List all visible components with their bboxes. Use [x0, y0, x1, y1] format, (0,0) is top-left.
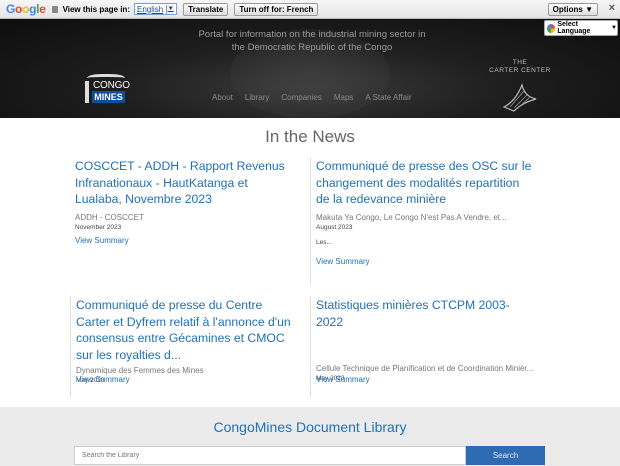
partner-line-1: THE [512, 59, 528, 66]
view-summary-link[interactable]: View Summary [316, 375, 370, 384]
translate-button[interactable]: Translate [183, 2, 229, 16]
nav-item-library[interactable]: Library [245, 93, 269, 102]
google-logo: Google [6, 2, 46, 16]
view-page-label: View this page in: [62, 4, 130, 14]
carter-center-logo[interactable]: THE CARTER CENTER [480, 59, 560, 118]
chevron-down-icon: ▼ [166, 4, 175, 14]
library-search-button[interactable]: Search [466, 446, 545, 465]
news-card-title[interactable]: COSCCET - ADDH - Rapport Revenus Infrana… [75, 158, 296, 208]
language-select[interactable]: English ▼ [133, 3, 178, 15]
library-section: CongoMines Document Library Search [0, 407, 620, 466]
news-section-title: In the News [265, 127, 355, 146]
news-card: Communiqué de presse du Centre Carter et… [70, 297, 296, 397]
nav-item-state-affair[interactable]: A State Affair [365, 93, 411, 102]
logo-bar [85, 81, 89, 103]
news-card-author: Cellule Technique de Planification et de… [316, 364, 534, 373]
view-summary-link[interactable]: View Summary [76, 375, 130, 384]
close-icon[interactable]: × [609, 2, 615, 14]
logo-text-top: CONGO [93, 80, 130, 91]
partner-line-2: CARTER CENTER [489, 67, 551, 74]
news-card-excerpt: Les... [316, 238, 332, 246]
library-title: CongoMines Document Library [213, 419, 407, 435]
library-search-input[interactable] [74, 446, 466, 465]
language-select-value: English [136, 4, 164, 14]
main-nav: About Library Companies Maps A State Aff… [212, 93, 412, 102]
dove-icon [502, 83, 537, 112]
view-summary-link[interactable]: View Summary [75, 236, 129, 245]
lock-icon [51, 5, 58, 13]
news-card: Communiqué de presse des OSC sur le chan… [310, 158, 536, 284]
news-card-date: November 2023 [75, 223, 122, 231]
nav-item-about[interactable]: About [212, 93, 233, 102]
congomines-logo[interactable]: CONGO MINES [80, 71, 132, 111]
news-card-author: Makuta Ya Congo, Le Congo N'est Pas A Ve… [316, 212, 507, 222]
nav-item-maps[interactable]: Maps [334, 93, 354, 102]
news-card-title[interactable]: Statistiques minières CTCPM 2003-2022 [316, 297, 536, 330]
news-card-title[interactable]: Communiqué de presse du Centre Carter et… [76, 297, 296, 363]
translate-bar: Google View this page in: English ▼ Trans… [0, 0, 620, 19]
view-summary-link[interactable]: View Summary [316, 257, 370, 266]
site-tagline: Portal for information on the industrial… [192, 28, 432, 54]
news-card: Statistiques minières CTCPM 2003-2022 Ce… [310, 297, 536, 397]
nav-item-companies[interactable]: Companies [281, 93, 321, 102]
news-card-date: August 2023 [316, 223, 353, 231]
news-card-author: Dynamique des Femmes des Mines [76, 366, 204, 375]
select-language-label: Select Language [557, 21, 591, 35]
news-card-title[interactable]: Communiqué de presse des OSC sur le chan… [316, 158, 536, 208]
options-button[interactable]: Options ▼ [547, 3, 598, 16]
logo-text-bottom: MINES [92, 91, 125, 103]
site-header: Portal for information on the industrial… [0, 19, 620, 118]
select-language-dropdown[interactable]: Select Language ▼ [544, 20, 618, 36]
news-card: COSCCET - ADDH - Rapport Revenus Infrana… [70, 158, 296, 284]
chevron-down-icon: ▼ [611, 25, 617, 31]
news-card-author: ADDH - COSCCET [75, 212, 144, 222]
tagline-line-2: the Democratic Republic of the Congo [231, 42, 393, 53]
turn-off-button[interactable]: Turn off for: French [234, 2, 319, 16]
google-g-icon [547, 23, 556, 33]
tagline-line-1: Portal for information on the industrial… [198, 29, 426, 40]
